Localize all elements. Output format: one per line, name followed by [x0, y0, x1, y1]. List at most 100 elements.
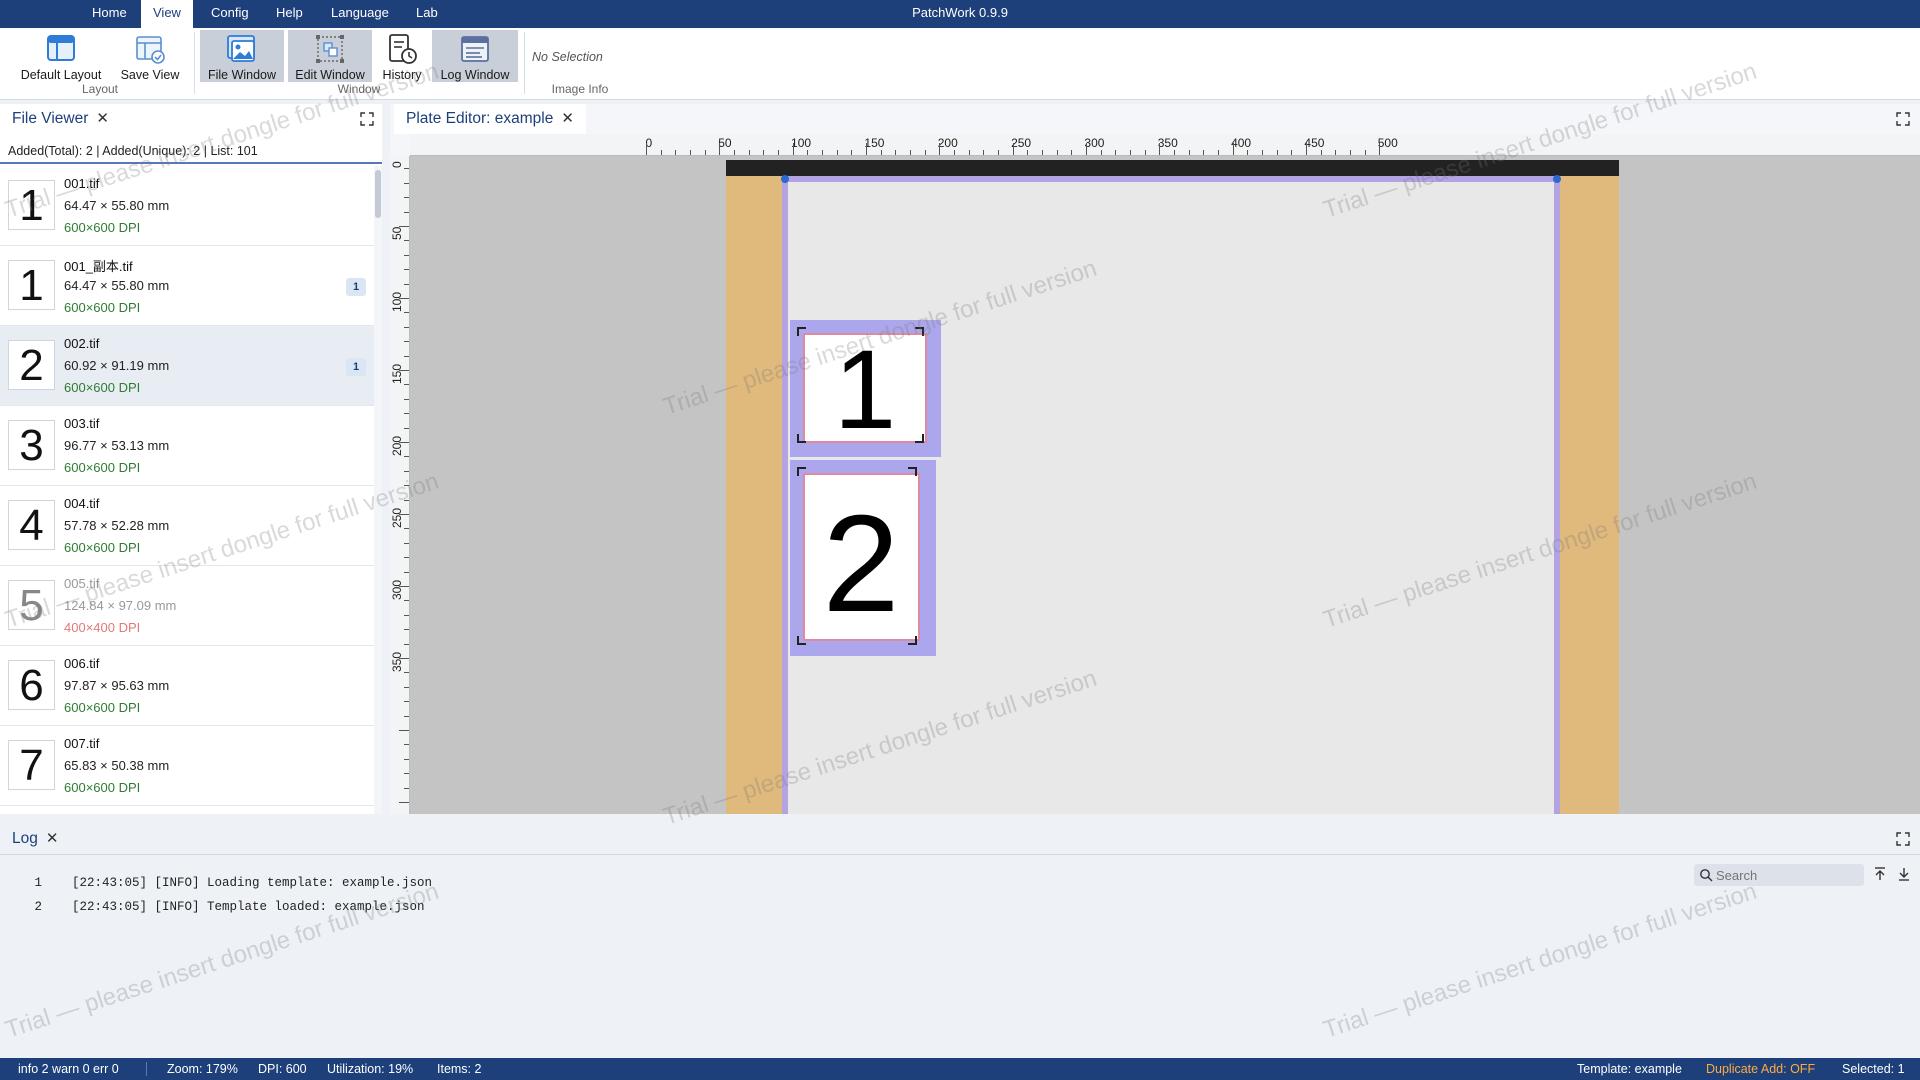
scroll-to-top-icon[interactable]: [1872, 866, 1888, 882]
ruler-x-tick: [1306, 143, 1307, 155]
menu-bar: Home View Config Help Language Lab Patch…: [0, 0, 1920, 28]
image-info-group-label: Image Info: [551, 82, 609, 96]
ruler-x-tick: [1335, 150, 1337, 155]
menu-home[interactable]: Home: [80, 0, 139, 28]
ruler-x-tick: [1086, 143, 1087, 155]
ruler-y-label: 300: [390, 579, 404, 600]
file-dimensions: 96.77 × 53.13 mm: [64, 438, 170, 453]
file-list-item[interactable]: 1 001.tif 64.47 × 55.80 mm 600×600 DPI: [0, 166, 374, 246]
save-view-label: Save View: [120, 68, 180, 82]
log-search-input[interactable]: [1694, 864, 1864, 886]
plate-editor-tab[interactable]: Plate Editor: example ✕: [394, 104, 586, 134]
scrollbar-thumb[interactable]: [375, 170, 381, 218]
ruler-x-tick: [880, 150, 882, 155]
ruler-x-tick: [1042, 150, 1043, 155]
file-list-item[interactable]: 2 002.tif 60.92 × 91.19 mm 600×600 DPI 1: [0, 326, 374, 406]
status-zoom[interactable]: Zoom: 179%: [167, 1058, 238, 1080]
file-list-item[interactable]: 5 005.tif 124.84 × 97.09 mm 400×400 DPI: [0, 566, 374, 646]
file-list-item[interactable]: 6 006.tif 97.87 × 95.63 mm 600×600 DPI: [0, 646, 374, 726]
ruler-y-tick: [404, 787, 409, 789]
status-duplicate-add[interactable]: Duplicate Add: OFF: [1706, 1058, 1815, 1080]
ruler-y-tick: [404, 542, 409, 544]
ruler-x-tick: [954, 150, 955, 155]
log-line: 1 [22:43:05] [INFO] Loading template: exa…: [0, 876, 432, 890]
ruler-x-tick: [895, 150, 897, 155]
ruler-y-tick: [404, 528, 409, 530]
ruler-y-tick: [404, 456, 409, 458]
save-view-button[interactable]: Save View: [114, 30, 186, 82]
file-name: 004.tif: [64, 496, 100, 511]
edit-window-label: Edit Window: [295, 68, 365, 82]
ruler-x-tick: [675, 150, 677, 155]
plate-canvas[interactable]: 1 2: [410, 156, 1920, 814]
status-utilization: Utilization: 19%: [327, 1062, 414, 1076]
file-thumbnail: 5: [8, 580, 55, 630]
ruler-x-tick: [1218, 150, 1219, 155]
ruler-x-tick: [1144, 150, 1146, 155]
ruler-y-tick: [399, 802, 409, 803]
menu-language[interactable]: Language: [319, 0, 401, 28]
ruler-horizontal: 0 50 100 150 200 250 300 350 400 450 500: [410, 134, 1920, 156]
ribbon-separator: [194, 32, 195, 94]
file-name: 003.tif: [64, 416, 100, 431]
file-list-item[interactable]: 7 007.tif 65.83 × 50.38 mm 600×600 DPI: [0, 726, 374, 806]
file-dimensions: 64.47 × 55.80 mm: [64, 278, 170, 293]
ruler-x-tick: [763, 150, 765, 155]
ruler-x-tick: [1012, 143, 1014, 155]
menu-lab[interactable]: Lab: [404, 0, 450, 28]
file-window-button[interactable]: File Window: [200, 30, 284, 82]
log-panel: Log ✕ 1 [22:43:05] [INFO] Loading template…: [0, 822, 1920, 1058]
layout-group-label: Layout: [81, 82, 119, 96]
search-icon: [1700, 869, 1713, 882]
ruler-x-label: 100: [791, 136, 812, 150]
file-stats: Added(Total): 2 | Added(Unique): 2 | Lis…: [0, 138, 382, 164]
ruler-x-label: 250: [1011, 136, 1032, 150]
log-window-button[interactable]: Log Window: [432, 30, 518, 82]
log-tab-label: Log: [12, 830, 38, 847]
plate-inner-left-edge: [782, 176, 788, 814]
patchwork-app: Home View Config Help Language Lab Patch…: [0, 0, 1920, 1080]
file-viewer-panel: File Viewer ✕ Added(Total): 2 | Added(Uni…: [0, 104, 382, 814]
file-list-scrollbar[interactable]: [374, 166, 382, 814]
ruler-x-tick: [822, 150, 823, 155]
maximize-icon[interactable]: [1896, 832, 1910, 846]
file-list-item[interactable]: 1 001_副本.tif 64.47 × 55.80 mm 600×600 DPI 1: [0, 246, 374, 326]
file-dimensions: 97.87 × 95.63 mm: [64, 678, 170, 693]
menu-view[interactable]: View: [141, 0, 193, 28]
scroll-to-bottom-icon[interactable]: [1896, 866, 1912, 882]
ruler-y-label: 200: [390, 435, 404, 456]
ruler-x-tick: [939, 143, 941, 155]
file-dpi: 400×400 DPI: [64, 620, 141, 635]
ruler-y-tick: [399, 586, 409, 587]
edit-window-button[interactable]: Edit Window: [288, 30, 372, 82]
ruler-x-tick: [968, 150, 970, 155]
close-icon[interactable]: ✕: [46, 830, 59, 847]
usage-count-badge: 1: [346, 278, 366, 296]
ruler-y-tick: [404, 427, 409, 429]
ruler-y-tick: [404, 557, 409, 559]
menu-help[interactable]: Help: [264, 0, 315, 28]
file-list-item[interactable]: 4 004.tif 57.78 × 52.28 mm 600×600 DPI: [0, 486, 374, 566]
close-icon[interactable]: ✕: [96, 110, 109, 127]
maximize-icon[interactable]: [1896, 112, 1910, 126]
maximize-icon[interactable]: [360, 112, 374, 126]
ruler-x-tick: [910, 150, 911, 155]
ruler-x-tick: [1276, 150, 1278, 155]
usage-count-badge: 1: [346, 358, 366, 376]
ruler-x-tick: [983, 150, 985, 155]
default-layout-button[interactable]: Default Layout: [14, 30, 108, 82]
ruler-y-tick: [404, 744, 409, 746]
log-tab[interactable]: Log ✕: [0, 824, 70, 854]
file-name: 005.tif: [64, 576, 100, 591]
close-icon[interactable]: ✕: [561, 110, 574, 127]
file-window-label: File Window: [207, 68, 277, 82]
history-button[interactable]: History: [376, 30, 428, 82]
ruler-y-tick: [404, 499, 409, 501]
log-divider: [0, 854, 1920, 855]
file-viewer-tab[interactable]: File Viewer ✕: [0, 104, 121, 134]
log-line: 2 [22:43:05] [INFO] Template loaded: exam…: [0, 900, 424, 914]
ruler-y-tick: [404, 240, 409, 242]
file-list-item[interactable]: 3 003.tif 96.77 × 53.13 mm 600×600 DPI: [0, 406, 374, 486]
menu-config[interactable]: Config: [199, 0, 261, 28]
file-dpi: 600×600 DPI: [64, 540, 141, 555]
